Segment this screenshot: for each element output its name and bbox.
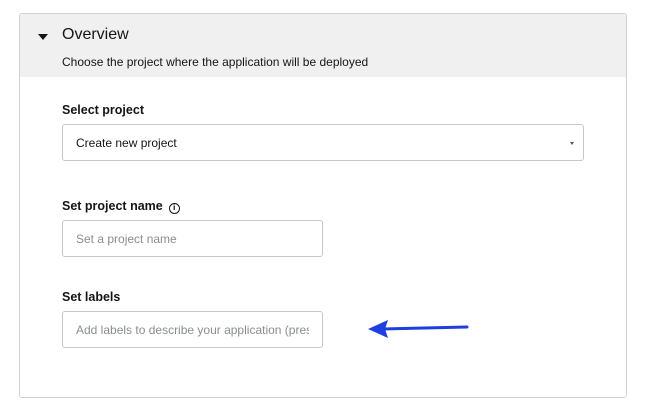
project-select-value: Create new project [76,136,177,150]
project-name-input[interactable] [62,220,323,257]
project-select[interactable]: Create new project [62,124,584,161]
chevron-down-icon [570,142,574,145]
set-labels-label: Set labels [62,290,121,304]
arrow-left-icon [368,320,469,338]
form-body: Select project Create new project Set pr… [19,13,627,398]
project-name-label-text: Set project name [62,199,163,213]
project-name-label: Set project name i [62,199,180,214]
labels-input[interactable] [62,311,323,348]
select-project-label: Select project [62,103,144,117]
info-icon[interactable]: i [168,203,180,214]
